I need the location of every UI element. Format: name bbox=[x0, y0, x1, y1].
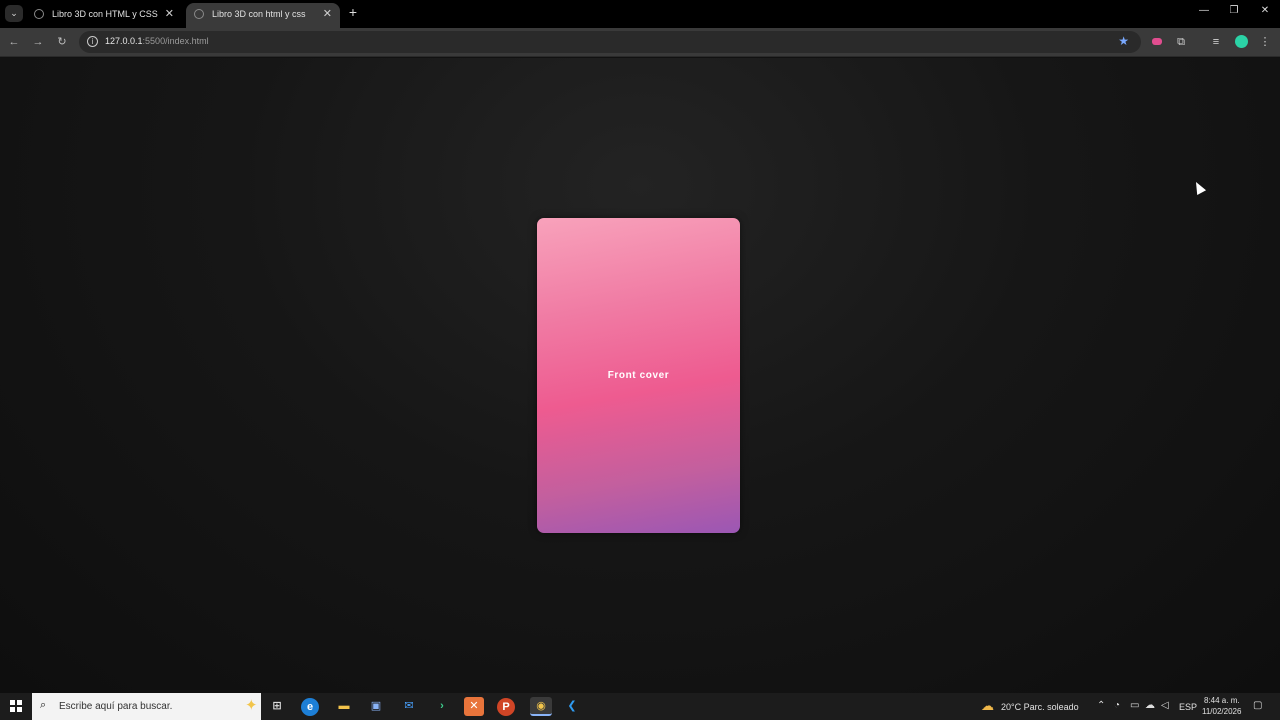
close-window-icon[interactable]: ✕ bbox=[1255, 5, 1275, 16]
powerpoint-icon[interactable]: P bbox=[497, 698, 515, 716]
book-front-cover[interactable]: Front cover bbox=[537, 218, 740, 533]
menu-kebab-icon[interactable]: ⋮ bbox=[1257, 34, 1273, 50]
site-info-icon[interactable]: i bbox=[87, 36, 98, 47]
cloud-icon[interactable]: ☁ bbox=[1145, 700, 1155, 711]
reading-list-icon[interactable]: ≡ bbox=[1208, 34, 1224, 50]
globe-icon bbox=[194, 9, 204, 19]
bookmark-star-icon[interactable]: ★ bbox=[1118, 34, 1129, 48]
tab-libro-3d-html-css[interactable]: Libro 3D con HTML y CSS ✕ bbox=[26, 3, 182, 28]
language-indicator[interactable]: ESP bbox=[1179, 702, 1197, 712]
back-icon[interactable]: ← bbox=[6, 34, 22, 50]
battery-icon[interactable]: ▭ bbox=[1130, 700, 1139, 711]
url-text: 127.0.0.1:5500/index.html bbox=[105, 36, 209, 46]
weather-text[interactable]: 20°C Parc. soleado bbox=[1001, 702, 1079, 712]
windows-start-icon[interactable] bbox=[10, 700, 22, 712]
forward-icon[interactable]: → bbox=[30, 34, 46, 50]
reload-icon[interactable]: ↻ bbox=[54, 34, 70, 50]
tab-title: Libro 3D con html y css bbox=[212, 9, 306, 19]
browser-toolbar: ← → ↻ i 127.0.0.1:5500/index.html ★ ⧉ ≡ … bbox=[0, 28, 1280, 57]
search-placeholder: Escribe aquí para buscar. bbox=[59, 701, 173, 712]
volume-icon[interactable]: ◁ bbox=[1161, 700, 1169, 711]
terminal-app-icon[interactable]: › bbox=[432, 697, 452, 716]
book-title: Front cover bbox=[607, 370, 670, 381]
chevron-up-icon[interactable]: ⌃ bbox=[1097, 700, 1105, 711]
weather-icon: ☁ bbox=[981, 698, 994, 713]
clock-time[interactable]: 8:44 a. m. bbox=[1204, 696, 1240, 705]
profile-avatar[interactable] bbox=[1235, 35, 1248, 48]
tab-strip: ⌄ Libro 3D con HTML y CSS ✕ Libro 3D con… bbox=[0, 0, 1280, 28]
close-tab-icon[interactable]: ✕ bbox=[165, 3, 174, 25]
globe-icon bbox=[34, 9, 44, 19]
edge-icon[interactable]: e bbox=[301, 698, 319, 716]
store-icon[interactable]: ▣ bbox=[366, 697, 386, 716]
minimize-icon[interactable]: — bbox=[1194, 5, 1214, 16]
chrome-icon[interactable]: ◉ bbox=[530, 697, 552, 716]
task-view-icon[interactable]: ⊞ bbox=[267, 697, 287, 716]
new-tab-button[interactable]: + bbox=[346, 4, 360, 20]
tab-title: Libro 3D con HTML y CSS bbox=[52, 9, 158, 19]
close-tab-icon[interactable]: ✕ bbox=[323, 3, 332, 25]
vscode-icon[interactable]: ❮ bbox=[562, 697, 582, 716]
extensions-puzzle-icon[interactable]: ⧉ bbox=[1173, 34, 1189, 50]
sparkle-icon: ✦ bbox=[245, 697, 258, 714]
search-icon: ⌕ bbox=[40, 699, 47, 711]
tab-search-button[interactable]: ⌄ bbox=[5, 5, 23, 22]
network-icon[interactable]: ◔ bbox=[1114, 700, 1120, 711]
windows-taskbar: ⌕ Escribe aquí para buscar. ✦ ⊞ e ▬ ▣ ✉ … bbox=[0, 693, 1280, 720]
file-explorer-icon[interactable]: ▬ bbox=[334, 697, 354, 716]
address-bar[interactable]: i 127.0.0.1:5500/index.html ★ bbox=[79, 31, 1141, 53]
page-viewport: Front cover bbox=[0, 58, 1280, 693]
extension-icon[interactable] bbox=[1152, 38, 1162, 45]
mouse-cursor-icon bbox=[1191, 179, 1207, 195]
notifications-icon[interactable]: ▢ bbox=[1253, 700, 1262, 711]
url-path: :5500/index.html bbox=[142, 36, 209, 46]
tab-libro-3d-html-css-active[interactable]: Libro 3D con html y css ✕ bbox=[186, 3, 340, 28]
xampp-icon[interactable]: ✕ bbox=[464, 697, 484, 716]
restore-icon[interactable]: ❐ bbox=[1224, 5, 1244, 16]
mail-icon[interactable]: ✉ bbox=[399, 697, 419, 716]
url-host: 127.0.0.1 bbox=[105, 36, 143, 46]
clock-date[interactable]: 11/02/2026 bbox=[1202, 707, 1241, 716]
taskbar-search-input[interactable]: ⌕ Escribe aquí para buscar. ✦ bbox=[32, 693, 261, 720]
